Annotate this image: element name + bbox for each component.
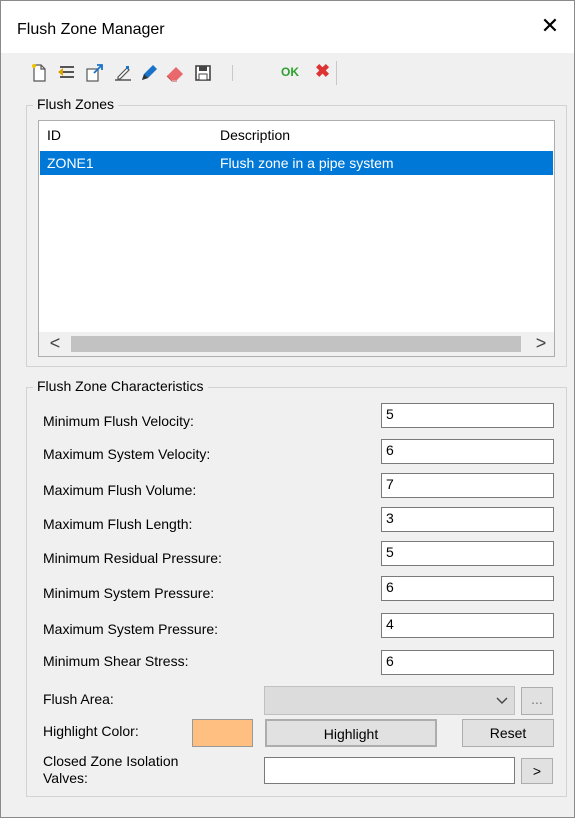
max-system-pressure-label: Maximum System Pressure: bbox=[43, 621, 219, 637]
max-flush-volume-input[interactable]: 7 bbox=[381, 473, 554, 498]
scroll-left-icon[interactable]: < bbox=[45, 334, 65, 354]
flush-zone-manager-window: Flush Zone Manager ✕ OK ✖ Flush Zones ID… bbox=[0, 0, 575, 818]
toolbar-separator bbox=[232, 65, 233, 81]
chevron-down-icon bbox=[496, 697, 508, 704]
max-system-velocity-label: Maximum System Velocity: bbox=[43, 446, 211, 462]
min-residual-pressure-input[interactable]: 5 bbox=[381, 541, 554, 566]
select-valves-button[interactable]: > bbox=[521, 758, 553, 784]
export-icon[interactable] bbox=[85, 63, 105, 83]
zone-description-cell: Flush zone in a pipe system bbox=[220, 155, 394, 171]
edit-icon[interactable] bbox=[113, 63, 133, 83]
max-flush-length-label: Maximum Flush Length: bbox=[43, 516, 193, 532]
min-residual-pressure-label: Minimum Residual Pressure: bbox=[43, 550, 222, 566]
zone-id-cell: ZONE1 bbox=[47, 155, 94, 171]
highlight-color-label: Highlight Color: bbox=[43, 723, 139, 739]
highlight-color-swatch[interactable] bbox=[192, 719, 253, 747]
closed-zone-valves-input[interactable] bbox=[264, 757, 515, 784]
toolbar-separator bbox=[336, 61, 337, 85]
list-header: ID Description bbox=[39, 121, 554, 147]
toolbar: OK ✖ bbox=[25, 57, 545, 89]
highlight-button[interactable]: Highlight bbox=[265, 719, 437, 747]
flush-area-select[interactable] bbox=[264, 686, 515, 715]
horizontal-scrollbar[interactable]: < > bbox=[39, 332, 554, 356]
min-shear-stress-label: Minimum Shear Stress: bbox=[43, 653, 189, 669]
new-icon[interactable] bbox=[29, 63, 49, 83]
list-item[interactable]: ZONE1 Flush zone in a pipe system bbox=[40, 151, 553, 175]
closed-zone-isolation-label: Closed Zone Isolation bbox=[43, 753, 179, 769]
scrollbar-thumb[interactable] bbox=[71, 336, 521, 352]
column-header-id[interactable]: ID bbox=[47, 127, 61, 143]
title-bar: Flush Zone Manager ✕ bbox=[1, 1, 574, 53]
eraser-icon[interactable] bbox=[165, 63, 185, 83]
flush-area-label: Flush Area: bbox=[43, 691, 114, 707]
flush-zones-list[interactable]: ID Description ZONE1 Flush zone in a pip… bbox=[38, 120, 555, 357]
scroll-right-icon[interactable]: > bbox=[531, 334, 551, 354]
max-flush-length-input[interactable]: 3 bbox=[381, 507, 554, 532]
min-flush-velocity-input[interactable]: 5 bbox=[381, 403, 554, 428]
max-system-pressure-input[interactable]: 4 bbox=[381, 613, 554, 638]
min-flush-velocity-label: Minimum Flush Velocity: bbox=[43, 413, 194, 429]
min-system-pressure-input[interactable]: 6 bbox=[381, 576, 554, 601]
max-flush-volume-label: Maximum Flush Volume: bbox=[43, 482, 197, 498]
flush-zones-group-title: Flush Zones bbox=[33, 96, 119, 112]
closed-zone-valves-label: Valves: bbox=[43, 770, 88, 786]
window-title: Flush Zone Manager bbox=[17, 21, 165, 38]
max-system-velocity-input[interactable]: 6 bbox=[381, 439, 554, 464]
cancel-icon[interactable]: ✖ bbox=[315, 61, 330, 82]
save-icon[interactable] bbox=[193, 63, 213, 83]
browse-flush-area-button[interactable]: ... bbox=[521, 687, 553, 715]
ok-button[interactable]: OK bbox=[281, 65, 299, 79]
column-header-description[interactable]: Description bbox=[220, 127, 290, 143]
close-icon[interactable]: ✕ bbox=[539, 15, 561, 37]
import-icon[interactable] bbox=[57, 63, 77, 83]
characteristics-group-title: Flush Zone Characteristics bbox=[33, 378, 208, 394]
reset-button[interactable]: Reset bbox=[462, 719, 554, 747]
min-shear-stress-input[interactable]: 6 bbox=[381, 650, 554, 675]
min-system-pressure-label: Minimum System Pressure: bbox=[43, 585, 215, 601]
pencil-icon[interactable] bbox=[139, 63, 159, 83]
